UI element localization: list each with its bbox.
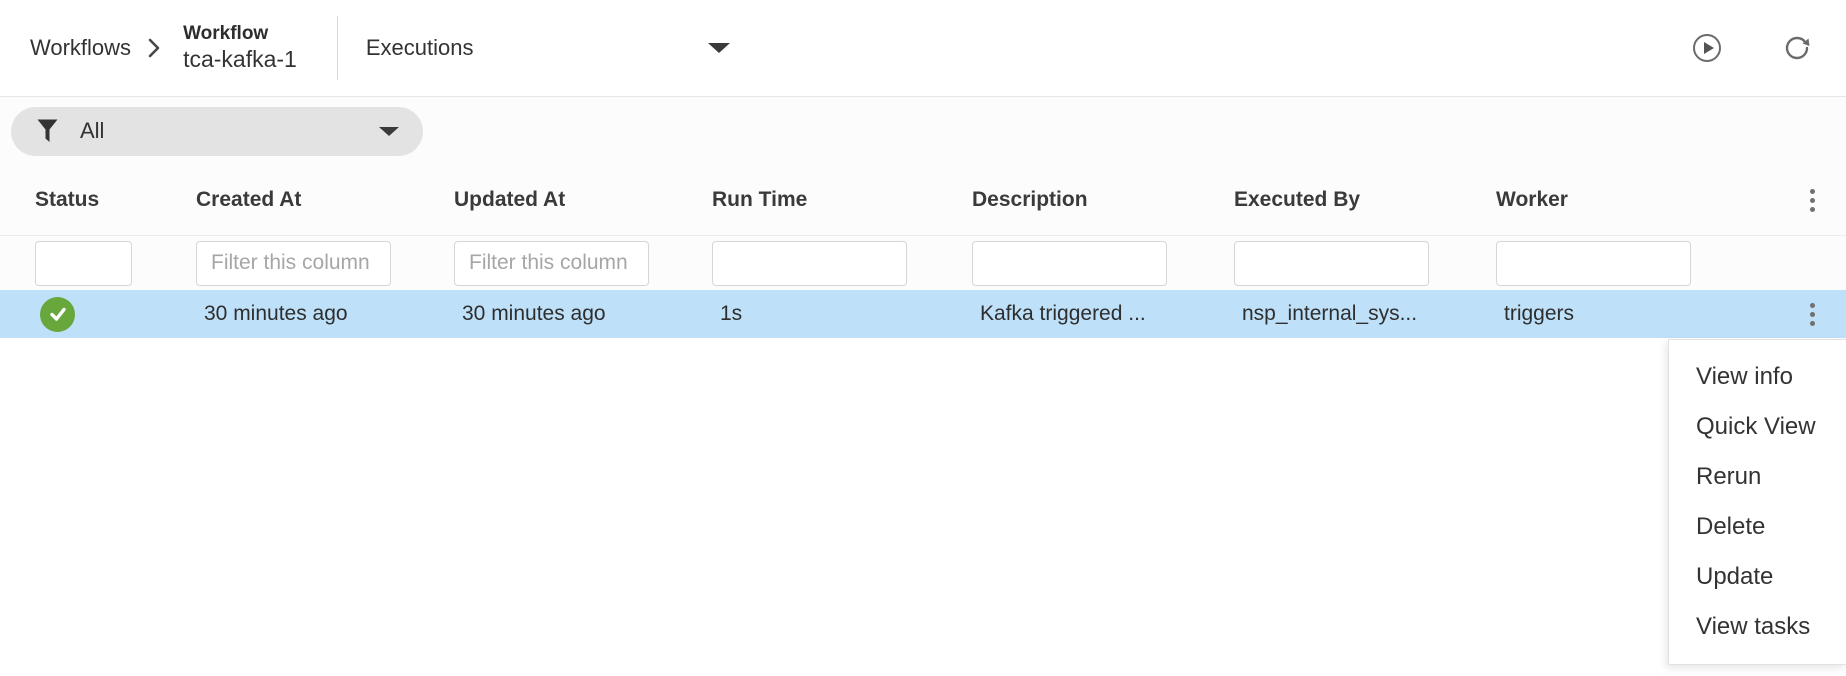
kebab-menu-icon: [1810, 189, 1815, 212]
chevron-down-icon: [708, 43, 730, 53]
view-selector-value: Executions: [366, 35, 474, 61]
menu-item-delete[interactable]: Delete: [1669, 502, 1846, 552]
column-header-status[interactable]: Status: [35, 188, 196, 212]
top-bar: Workflows Workflow tca-kafka-1 Execution…: [0, 0, 1846, 97]
status-filter-value: All: [80, 118, 104, 144]
view-selector-dropdown[interactable]: Executions: [338, 0, 750, 96]
row-context-menu: View info Quick View Rerun Delete Update…: [1668, 339, 1846, 665]
cell-description: Kafka triggered ...: [972, 302, 1234, 326]
column-header-description[interactable]: Description: [972, 188, 1234, 212]
breadcrumb-chevron-icon: [147, 36, 161, 60]
cell-executed-by: nsp_internal_sys...: [1234, 302, 1496, 326]
column-header-worker[interactable]: Worker: [1496, 188, 1779, 212]
menu-item-rerun[interactable]: Rerun: [1669, 452, 1846, 502]
menu-item-view-info[interactable]: View info: [1669, 352, 1846, 402]
topbar-actions: [1692, 33, 1846, 63]
play-circle-icon: [1692, 33, 1722, 63]
breadcrumb-current-workflow: Workflow tca-kafka-1: [183, 23, 297, 73]
cell-run-time: 1s: [712, 302, 972, 326]
refresh-icon: [1783, 34, 1811, 62]
funnel-icon: [37, 119, 58, 143]
filter-input-run-time[interactable]: [712, 241, 907, 286]
status-cell: [35, 297, 196, 332]
workflow-label: Workflow: [183, 23, 297, 46]
table-header-row: Status Created At Updated At Run Time De…: [0, 165, 1846, 236]
column-header-updated-at[interactable]: Updated At: [454, 188, 712, 212]
filter-input-updated-at[interactable]: [454, 241, 649, 286]
cell-worker: triggers: [1496, 302, 1779, 326]
workflow-name: tca-kafka-1: [183, 46, 297, 74]
check-icon: [47, 303, 69, 325]
kebab-menu-icon: [1810, 303, 1815, 326]
table-filter-row: [0, 236, 1846, 290]
column-header-created-at[interactable]: Created At: [196, 188, 454, 212]
cell-updated-at: 30 minutes ago: [454, 302, 712, 326]
filter-input-created-at[interactable]: [196, 241, 391, 286]
table-options-button[interactable]: [1804, 183, 1821, 218]
refresh-button[interactable]: [1782, 33, 1812, 63]
column-header-run-time[interactable]: Run Time: [712, 188, 972, 212]
executions-table: Status Created At Updated At Run Time De…: [0, 165, 1846, 338]
run-workflow-button[interactable]: [1692, 33, 1722, 63]
row-actions-button[interactable]: [1804, 297, 1821, 332]
status-filter-dropdown[interactable]: All: [11, 107, 423, 156]
execution-row[interactable]: 30 minutes ago 30 minutes ago 1s Kafka t…: [0, 290, 1846, 338]
filter-input-status[interactable]: [35, 241, 132, 286]
status-success-badge: [40, 297, 75, 332]
menu-item-quick-view[interactable]: Quick View: [1669, 402, 1846, 452]
chevron-down-icon: [379, 127, 399, 136]
cell-created-at: 30 minutes ago: [196, 302, 454, 326]
filter-bar: All: [0, 97, 1846, 165]
column-header-executed-by[interactable]: Executed By: [1234, 188, 1496, 212]
filter-input-executed-by[interactable]: [1234, 241, 1429, 286]
menu-item-view-tasks[interactable]: View tasks: [1669, 602, 1846, 652]
menu-item-update[interactable]: Update: [1669, 552, 1846, 602]
filter-input-description[interactable]: [972, 241, 1167, 286]
breadcrumb: Workflows Workflow tca-kafka-1 Execution…: [0, 0, 750, 96]
filter-input-worker[interactable]: [1496, 241, 1691, 286]
breadcrumb-workflows-link[interactable]: Workflows: [30, 35, 131, 61]
